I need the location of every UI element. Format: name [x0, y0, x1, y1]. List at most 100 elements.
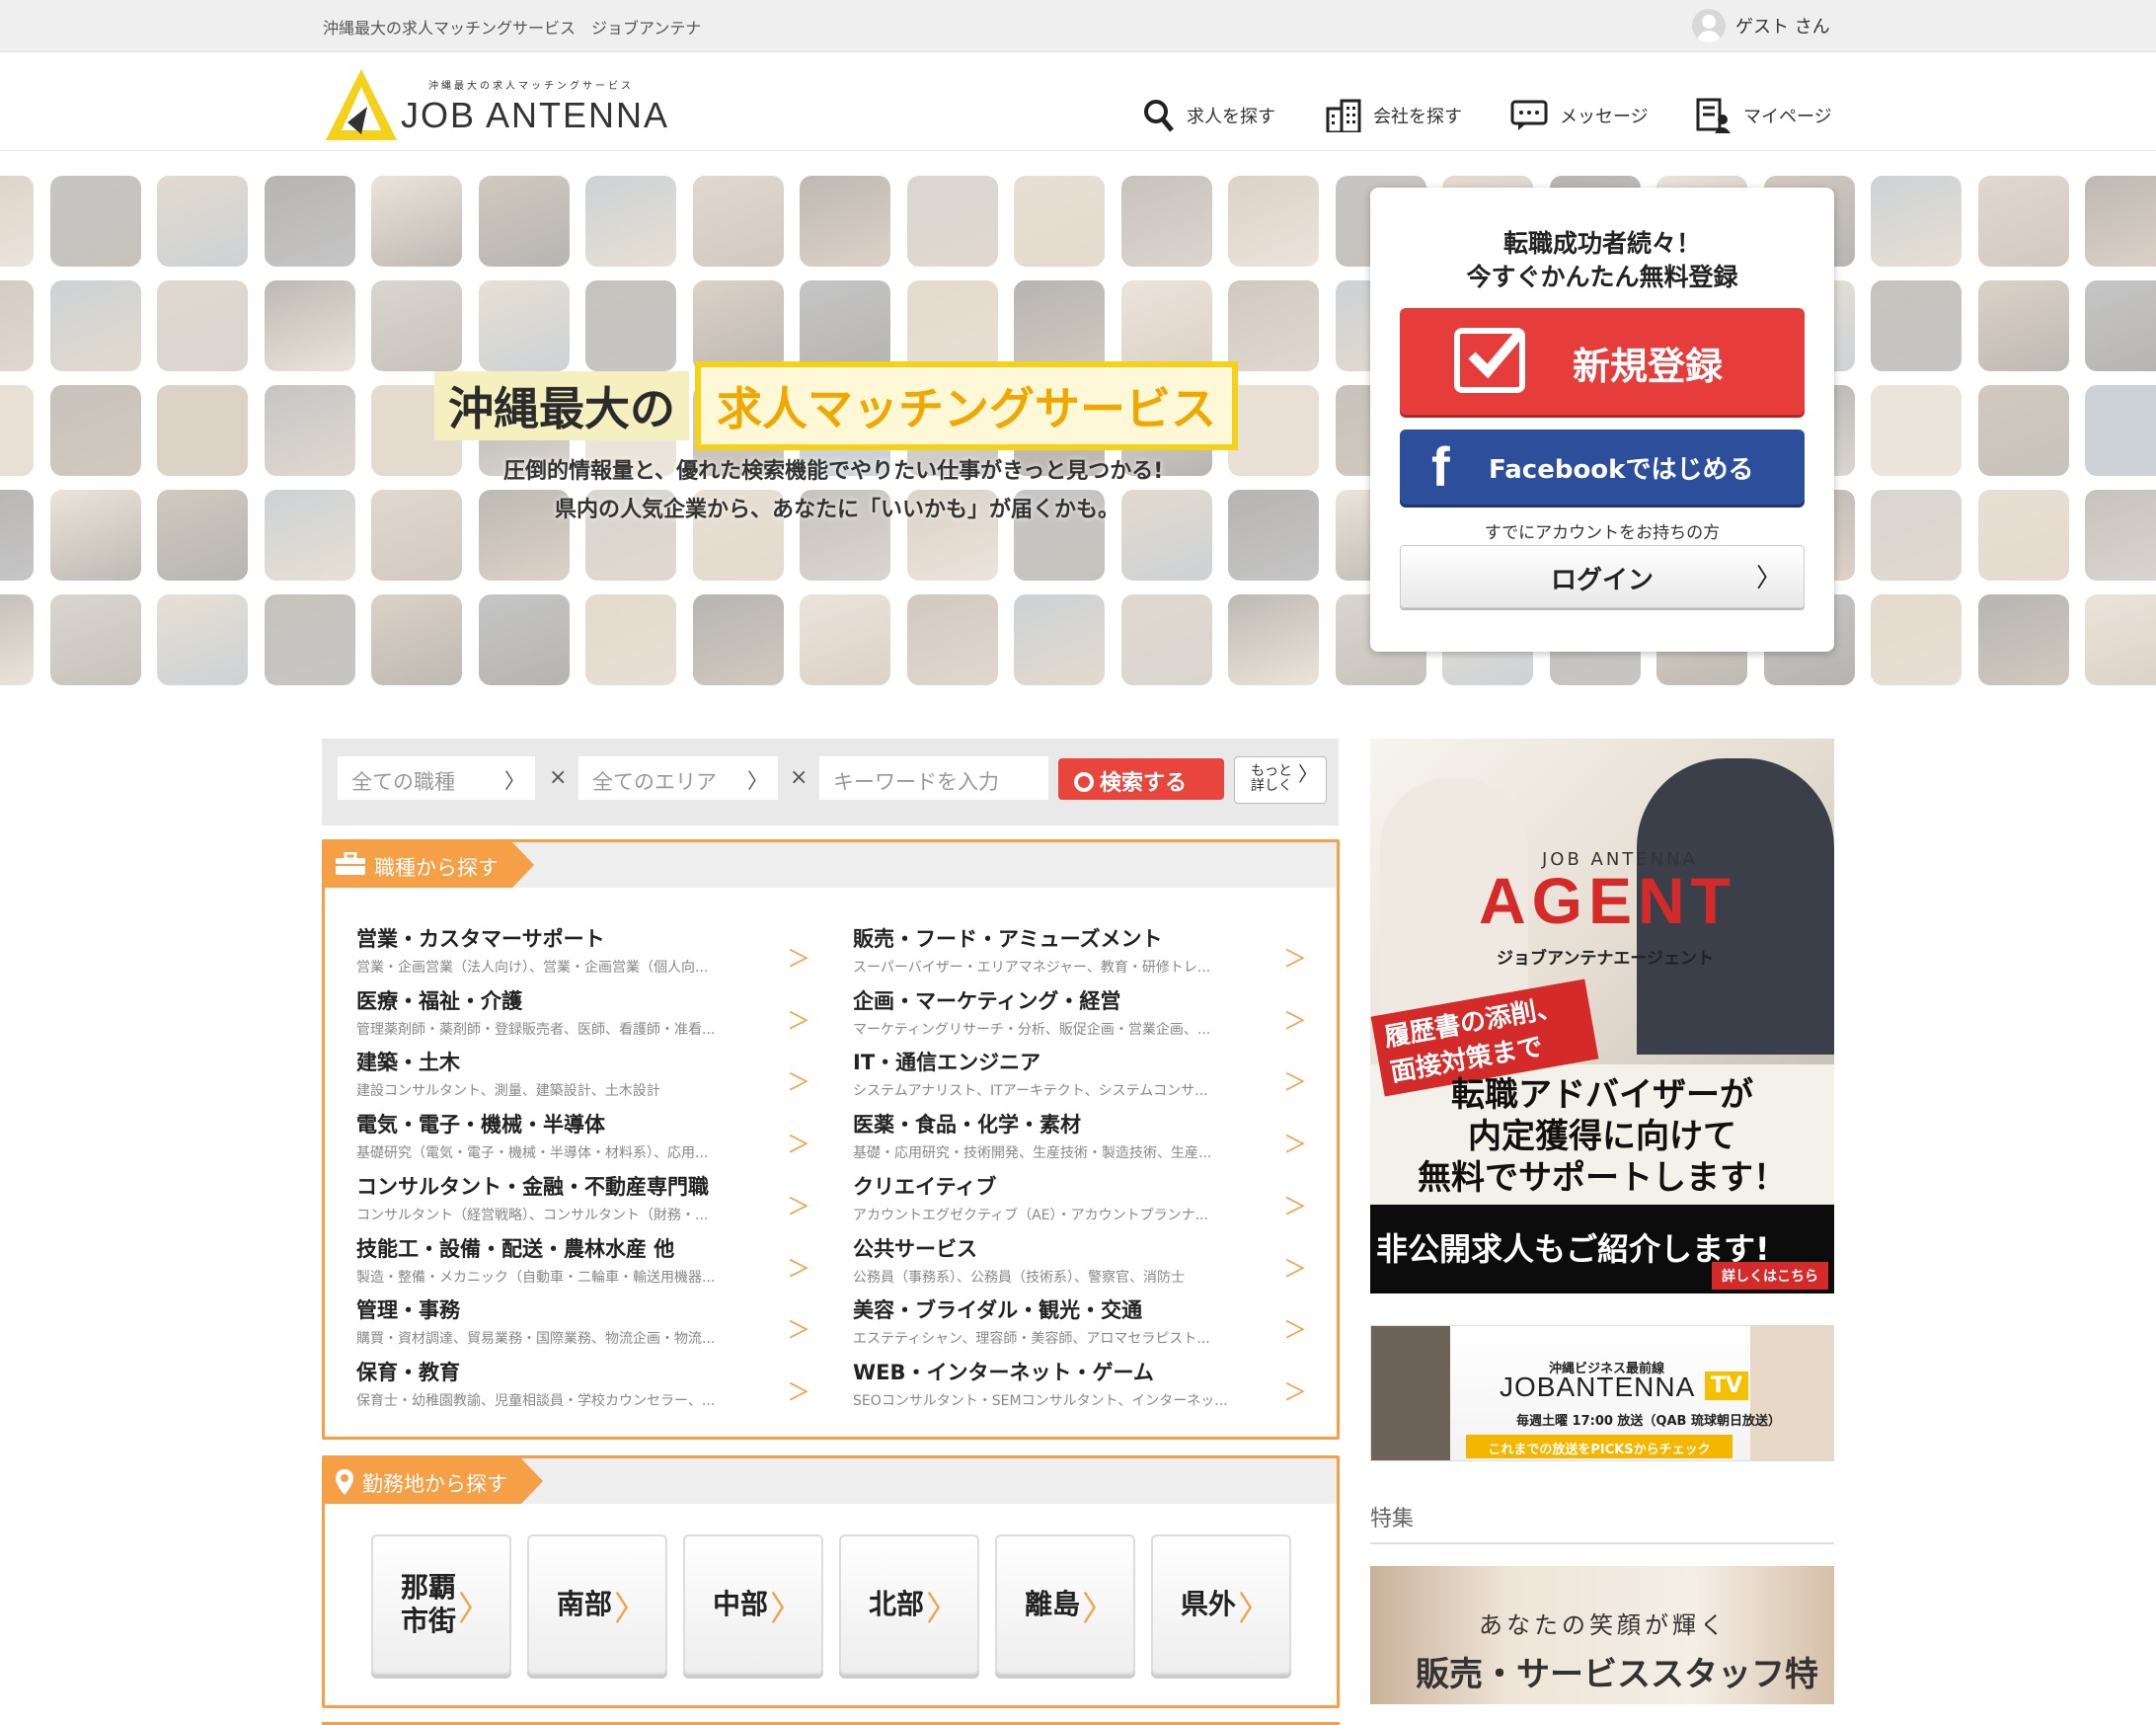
tv-banner-cta: これまでの放送をPICKSからチェック — [1466, 1435, 1732, 1458]
member-photo — [264, 385, 355, 476]
area-value: 全てのエリア — [592, 770, 717, 794]
member-photo — [1120, 176, 1212, 267]
job-category-item[interactable]: 管理・事務 購買・資材調達、貿易業務・国際業務、物流企画・物流... ＞ — [356, 1294, 810, 1354]
login-button[interactable]: ログイン 〉 — [1400, 545, 1805, 608]
tv-banner[interactable]: 沖縄ビジネス最前線 JOBANTENNA TV 毎週土曜 17:00 放送（QA… — [1370, 1325, 1834, 1461]
job-category-title: コンサルタント・金融・不動産専門職 — [356, 1174, 709, 1199]
area-button[interactable]: 中部〉 — [683, 1534, 823, 1675]
member-photo — [0, 594, 34, 685]
register-button[interactable]: 新規登録 — [1400, 308, 1805, 415]
chevron-right-icon: ＞ — [1283, 1377, 1307, 1406]
job-category-desc: システムアナリスト、ITアーキテクト、システムコンサ... — [853, 1083, 1208, 1100]
chevron-right-icon: ＞ — [1283, 1192, 1307, 1220]
job-category-item[interactable]: 企画・マーケティング・経営 マーケティングリサーチ・分析、販促企画・営業企画、..… — [853, 985, 1307, 1045]
member-photo — [1871, 280, 1962, 371]
job-category-item[interactable]: クリエイティブ アカウントエグゼクティブ（AE）・アカウントプランナ... ＞ — [853, 1171, 1307, 1230]
job-category-item[interactable]: 営業・カスタマーサポート営業・企画営業（法人向け）、営業・企画営業（個人向...… — [356, 923, 810, 982]
antenna-logo-icon — [326, 69, 397, 140]
nav-search-companies[interactable]: 会社を探す — [1326, 94, 1462, 137]
job-type-select[interactable]: 全ての職種 〉 — [338, 756, 535, 800]
search-icon — [1144, 100, 1174, 132]
nav-messages[interactable]: メッセージ — [1510, 94, 1649, 137]
agent-banner-copy: 転職アドバイザーが 内定獲得に向けて 無料でサポートします！ — [1370, 1074, 1834, 1199]
job-category-desc: エステティシャン、理容師・美容師、アロマセラピスト... — [853, 1331, 1210, 1348]
area-label: 南部 — [557, 1536, 612, 1673]
member-photo — [692, 594, 784, 685]
facebook-icon: f — [1431, 435, 1450, 498]
panel-title: 勤務地から探す — [362, 1472, 507, 1496]
job-category-item[interactable]: 販売・フード・アミューズメント スーパーバイザー・エリアマネジャー、教育・研修トレ… — [853, 923, 1307, 982]
search-button[interactable]: 検索する — [1058, 758, 1224, 800]
member-photo — [800, 176, 890, 267]
panel-tab: 職種から探す — [325, 842, 534, 888]
special-divider — [1370, 1542, 1834, 1544]
area-button[interactable]: 離島〉 — [995, 1534, 1135, 1675]
member-photo — [692, 280, 784, 371]
member-photo — [264, 594, 355, 685]
special-banner-tagline: あなたの笑顔が輝く — [1479, 1611, 1728, 1639]
area-button[interactable]: 北部〉 — [839, 1534, 979, 1675]
job-category-item[interactable]: 美容・ブライダル・観光・交通 エステティシャン、理容師・美容師、アロマセラピスト.… — [853, 1294, 1307, 1354]
top-bar: 沖縄最大の求人マッチングサービス ジョブアンテナ ゲスト さん — [0, 0, 2156, 52]
job-category-item[interactable]: 公共サービス公務員（事務系）、公務員（技術系）、警察官、消防士 ＞ — [853, 1233, 1307, 1293]
job-category-desc: マーケティングリサーチ・分析、販促企画・営業企画、... — [853, 1021, 1211, 1038]
area-button[interactable]: 那覇 市街〉 — [371, 1534, 511, 1675]
copy-line: 転職アドバイザーが — [1451, 1075, 1753, 1115]
chevron-right-icon: ＞ — [1283, 1254, 1307, 1283]
hero-title-highlight: 求人マッチングサービス — [695, 361, 1238, 450]
nav-mypage[interactable]: マイページ — [1696, 94, 1832, 137]
job-category-title: 管理・事務 — [356, 1298, 460, 1323]
area-button[interactable]: 県外〉 — [1151, 1534, 1291, 1675]
map-pin-icon — [336, 1469, 353, 1495]
chevron-right-icon: ＞ — [787, 1131, 810, 1159]
job-category-desc: 営業・企画営業（法人向け）、営業・企画営業（個人向... — [356, 960, 709, 976]
user-menu[interactable]: ゲスト さん — [1692, 8, 1830, 43]
member-photo — [585, 594, 676, 685]
chevron-right-icon: 〉 — [1298, 762, 1318, 786]
member-photo — [371, 594, 462, 685]
facebook-button[interactable]: f Facebookではじめる — [1400, 430, 1805, 505]
member-photo — [0, 385, 34, 476]
job-category-item[interactable]: WEB・インターネット・ゲーム SEOコンサルタント・SEMコンサルタント、インタ… — [853, 1357, 1307, 1416]
job-category-desc: アカウントエグゼクティブ（AE）・アカウントプランナ... — [853, 1207, 1208, 1223]
job-category-desc: 公務員（事務系）、公務員（技術系）、警察官、消防士 — [853, 1269, 1185, 1286]
logo[interactable]: 沖縄最大の求人マッチングサービス JOB ANTENNA — [322, 65, 677, 144]
user-name: ゲスト さん — [1735, 17, 1830, 38]
chevron-right-icon: 〉 — [1082, 1590, 1116, 1629]
job-category-item[interactable]: 技能工・設備・配送・農林水産 他製造・整備・メカニック（自動車・二輪車・輸送用機… — [356, 1233, 810, 1293]
area-button[interactable]: 南部〉 — [527, 1534, 667, 1675]
job-category-title: 営業・カスタマーサポート — [356, 927, 605, 951]
member-photo — [1977, 490, 2069, 581]
keyword-input[interactable]: キーワードを入力 — [819, 756, 1048, 800]
agent-banner-detail-link[interactable]: 詳しくはこちら — [1712, 1262, 1828, 1290]
signup-message-line: 今すぐかんたん無料登録 — [1466, 263, 1738, 291]
job-category-item[interactable]: 医療・福祉・介護 管理薬剤師・薬剤師・登録販売者、医師、看護師・准看... ＞ — [356, 985, 810, 1045]
chevron-right-icon: ＞ — [787, 945, 810, 973]
job-category-item[interactable]: IT・通信エンジニア システムアナリスト、ITアーキテクト、システムコンサ... ＞ — [853, 1047, 1307, 1106]
area-label-line: 離島 — [1025, 1588, 1081, 1620]
area-select[interactable]: 全てのエリア 〉 — [578, 756, 778, 800]
area-label: 離島 — [1025, 1536, 1080, 1673]
job-category-item[interactable]: 電気・電子・機械・半導体 基礎研究（電気・電子・機械・半導体・材料系）、応用...… — [356, 1109, 810, 1168]
job-category-desc: 製造・整備・メカニック（自動車・二輪車・輸送用機器... — [356, 1269, 716, 1286]
special-sales-banner[interactable]: あなたの笑顔が輝く 販売・サービススタッフ特集 — [1370, 1566, 1834, 1704]
member-photo — [49, 176, 141, 267]
job-category-item[interactable]: コンサルタント・金融・不動産専門職 コンサルタント（経営戦略）、コンサルタント（財… — [356, 1171, 810, 1230]
agent-banner[interactable]: JOB ANTENNA AGENT ジョブアンテナエージェント 履歴書の添削、 … — [1370, 739, 1834, 1294]
member-photo — [800, 280, 890, 371]
times-separator: × — [790, 765, 808, 790]
member-photo — [2085, 490, 2156, 581]
job-category-title: 医療・福祉・介護 — [356, 988, 522, 1013]
tv-banner-title: JOBANTENNA — [1500, 1372, 1696, 1402]
chevron-right-icon: ＞ — [1283, 1068, 1307, 1097]
member-photo — [478, 594, 570, 685]
advanced-search-button[interactable]: もっと 詳しく 〉 — [1234, 756, 1327, 804]
nav-search-jobs[interactable]: 求人を探す — [1143, 94, 1275, 137]
member-photo — [2085, 280, 2156, 371]
job-category-item[interactable]: 建築・土木 建設コンサルタント、測量、建築設計、土木設計 ＞ — [356, 1047, 810, 1106]
job-category-title: 公共サービス — [853, 1236, 977, 1261]
signup-message-line: 転職成功者続々！ — [1502, 229, 1701, 258]
area-label-line: 市街 — [401, 1605, 457, 1637]
job-category-item[interactable]: 医薬・食品・化学・素材 基礎・応用研究・技術開発、生産技術・製造技術、生産... ＞ — [853, 1109, 1307, 1168]
job-category-item[interactable]: 保育・教育 保育士・幼稚園教諭、児童相談員・学校カウンセラー、... ＞ — [356, 1357, 810, 1416]
